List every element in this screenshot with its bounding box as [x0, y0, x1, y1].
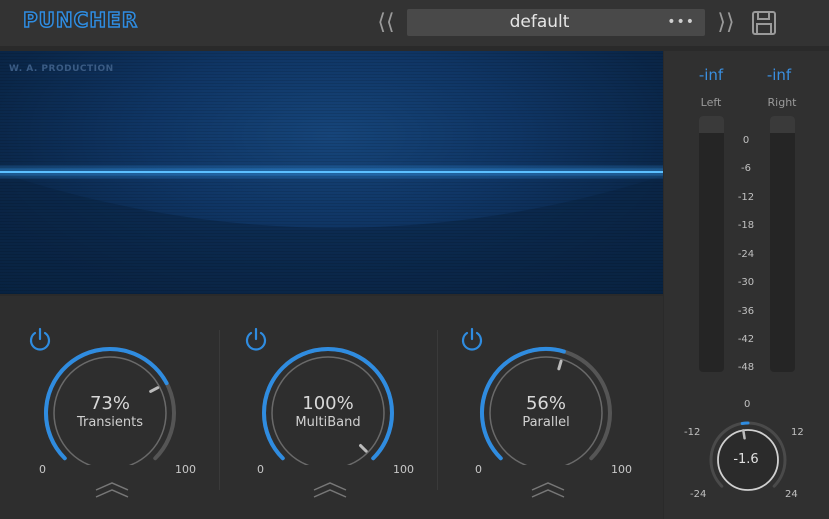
- meter-scale-label: -24: [737, 249, 755, 260]
- meter-scale-label: -12: [737, 192, 755, 203]
- waveform-display: [0, 51, 663, 294]
- output-label-minus12: -12: [684, 427, 701, 438]
- preset-selector[interactable]: default •••: [407, 9, 705, 36]
- save-icon[interactable]: [751, 10, 777, 36]
- meter-scale-label: -48: [737, 362, 755, 373]
- right-channel-label: Right: [767, 96, 797, 109]
- transients-label: Transients: [76, 415, 144, 430]
- meter-scale-label: -18: [737, 220, 755, 231]
- transients-max-label: 100: [175, 463, 196, 476]
- left-meter-bar: [699, 116, 724, 372]
- parallel-label: Parallel: [522, 415, 570, 430]
- parallel-expand-icon[interactable]: [528, 480, 568, 500]
- brand-watermark: W. A. PRODUCTION: [9, 64, 114, 74]
- multiband-value: 100%: [302, 393, 354, 414]
- waveform-graphic: [0, 164, 663, 294]
- transients-expand-icon[interactable]: [92, 480, 132, 500]
- parallel-min-label: 0: [475, 463, 482, 476]
- next-preset-button[interactable]: ⟩⟩: [715, 10, 737, 36]
- transients-value: 73%: [89, 393, 130, 414]
- meter-scale-label: -30: [737, 277, 755, 288]
- puncher-logo: PUNCHER: [22, 7, 139, 33]
- preset-menu-button[interactable]: •••: [667, 9, 695, 36]
- parallel-max-label: 100: [611, 463, 632, 476]
- output-gain-value: -1.6: [733, 452, 759, 467]
- right-meter-bar: [770, 116, 795, 372]
- meter-scale-label: -42: [737, 334, 755, 345]
- transients-min-label: 0: [39, 463, 46, 476]
- meter-scale-label: -36: [737, 306, 755, 317]
- left-channel-label: Left: [700, 96, 722, 109]
- parallel-value: 56%: [525, 393, 566, 414]
- divider: [219, 330, 220, 490]
- multiband-expand-icon[interactable]: [310, 480, 350, 500]
- right-meter-peak-segment: [770, 116, 795, 133]
- multiband-label: MultiBand: [295, 415, 361, 430]
- multiband-max-label: 100: [393, 463, 414, 476]
- preset-name: default: [509, 12, 570, 32]
- left-meter-peak-segment: [699, 116, 724, 133]
- multiband-min-label: 0: [257, 463, 264, 476]
- meter-scale-label: 0: [742, 135, 750, 146]
- meter-scale-label: -6: [741, 163, 751, 174]
- right-peak-readout[interactable]: -inf: [754, 66, 804, 84]
- output-label-0: 0: [744, 399, 751, 410]
- left-peak-readout[interactable]: -inf: [686, 66, 736, 84]
- prev-preset-button[interactable]: ⟨⟨: [375, 10, 397, 36]
- divider: [437, 330, 438, 490]
